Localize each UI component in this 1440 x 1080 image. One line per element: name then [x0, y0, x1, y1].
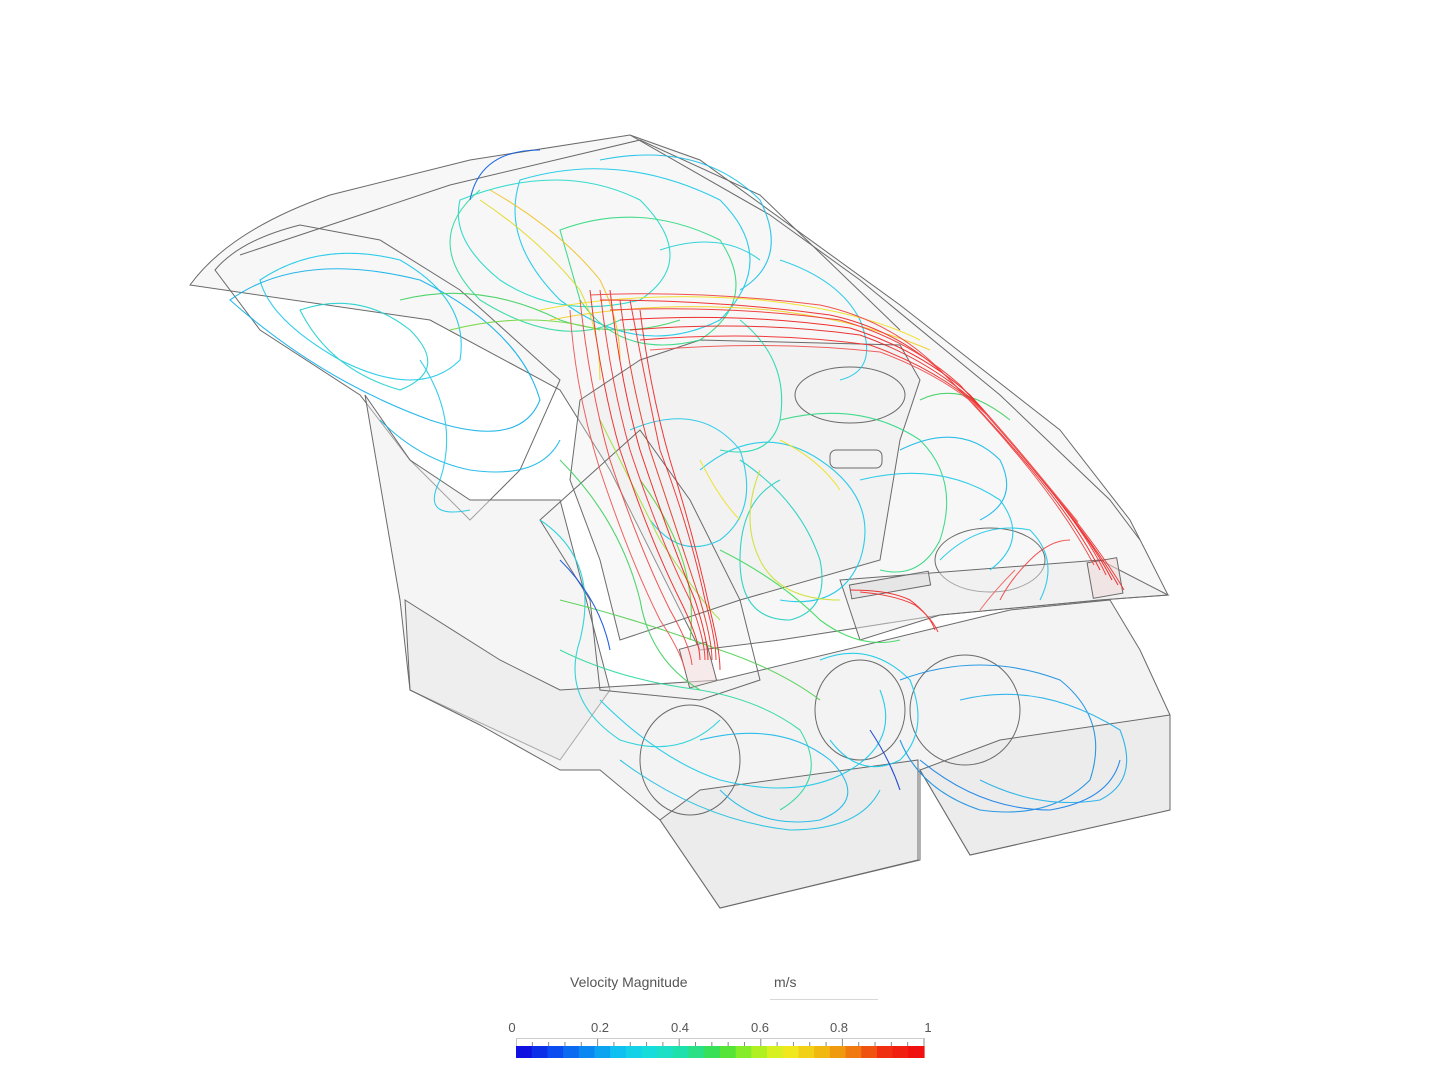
- colorbar-band: [876, 1046, 894, 1058]
- legend-tick-label: 0.8: [829, 1020, 849, 1035]
- legend-tick-label: 1: [924, 1020, 932, 1035]
- colorbar-band: [563, 1046, 580, 1058]
- velocity-colorbar: [516, 1038, 925, 1058]
- legend-tick-label: 0.2: [590, 1020, 610, 1035]
- colorbar-band: [751, 1046, 768, 1058]
- legend-tick-label: 0.6: [750, 1020, 770, 1035]
- colorbar-band: [861, 1046, 878, 1058]
- colorbar-band: [814, 1046, 831, 1058]
- colorbar-band: [641, 1046, 658, 1058]
- colorbar-band: [908, 1046, 925, 1058]
- legend-title: Velocity Magnitude: [570, 974, 688, 990]
- colorbar-band: [610, 1046, 627, 1058]
- colorbar-band: [782, 1046, 800, 1058]
- colorbar-band: [578, 1046, 596, 1058]
- legend-tick-label: 0.4: [670, 1020, 690, 1035]
- colorbar-band: [547, 1046, 564, 1058]
- colorbar-band: [625, 1046, 643, 1058]
- colorbar-band: [688, 1046, 705, 1058]
- colorbar-band: [829, 1046, 847, 1058]
- colorbar-band: [594, 1046, 611, 1058]
- car-cabin-streamline-scene: [189, 134, 1171, 909]
- colorbar-band: [798, 1046, 815, 1058]
- legend-tick-label: 0: [508, 1020, 516, 1035]
- cabin-geometry: [189, 134, 1171, 909]
- colorbar-band: [892, 1046, 909, 1058]
- colorbar-band: [767, 1046, 784, 1058]
- colorbar-band: [735, 1046, 752, 1058]
- colorbar-band: [516, 1046, 533, 1058]
- colorbar-band: [704, 1046, 721, 1058]
- colorbar-band: [845, 1046, 862, 1058]
- colorbar-band: [672, 1046, 690, 1058]
- legend-divider: [770, 999, 878, 1000]
- colorbar-band: [657, 1046, 674, 1058]
- colorbar-band: [720, 1046, 737, 1058]
- 3d-viewport[interactable]: Velocity Magnitude m/s 0 0.2 0.4 0.6 0.8…: [0, 0, 1440, 1080]
- legend-unit: m/s: [774, 974, 797, 990]
- colorbar-band: [531, 1046, 548, 1058]
